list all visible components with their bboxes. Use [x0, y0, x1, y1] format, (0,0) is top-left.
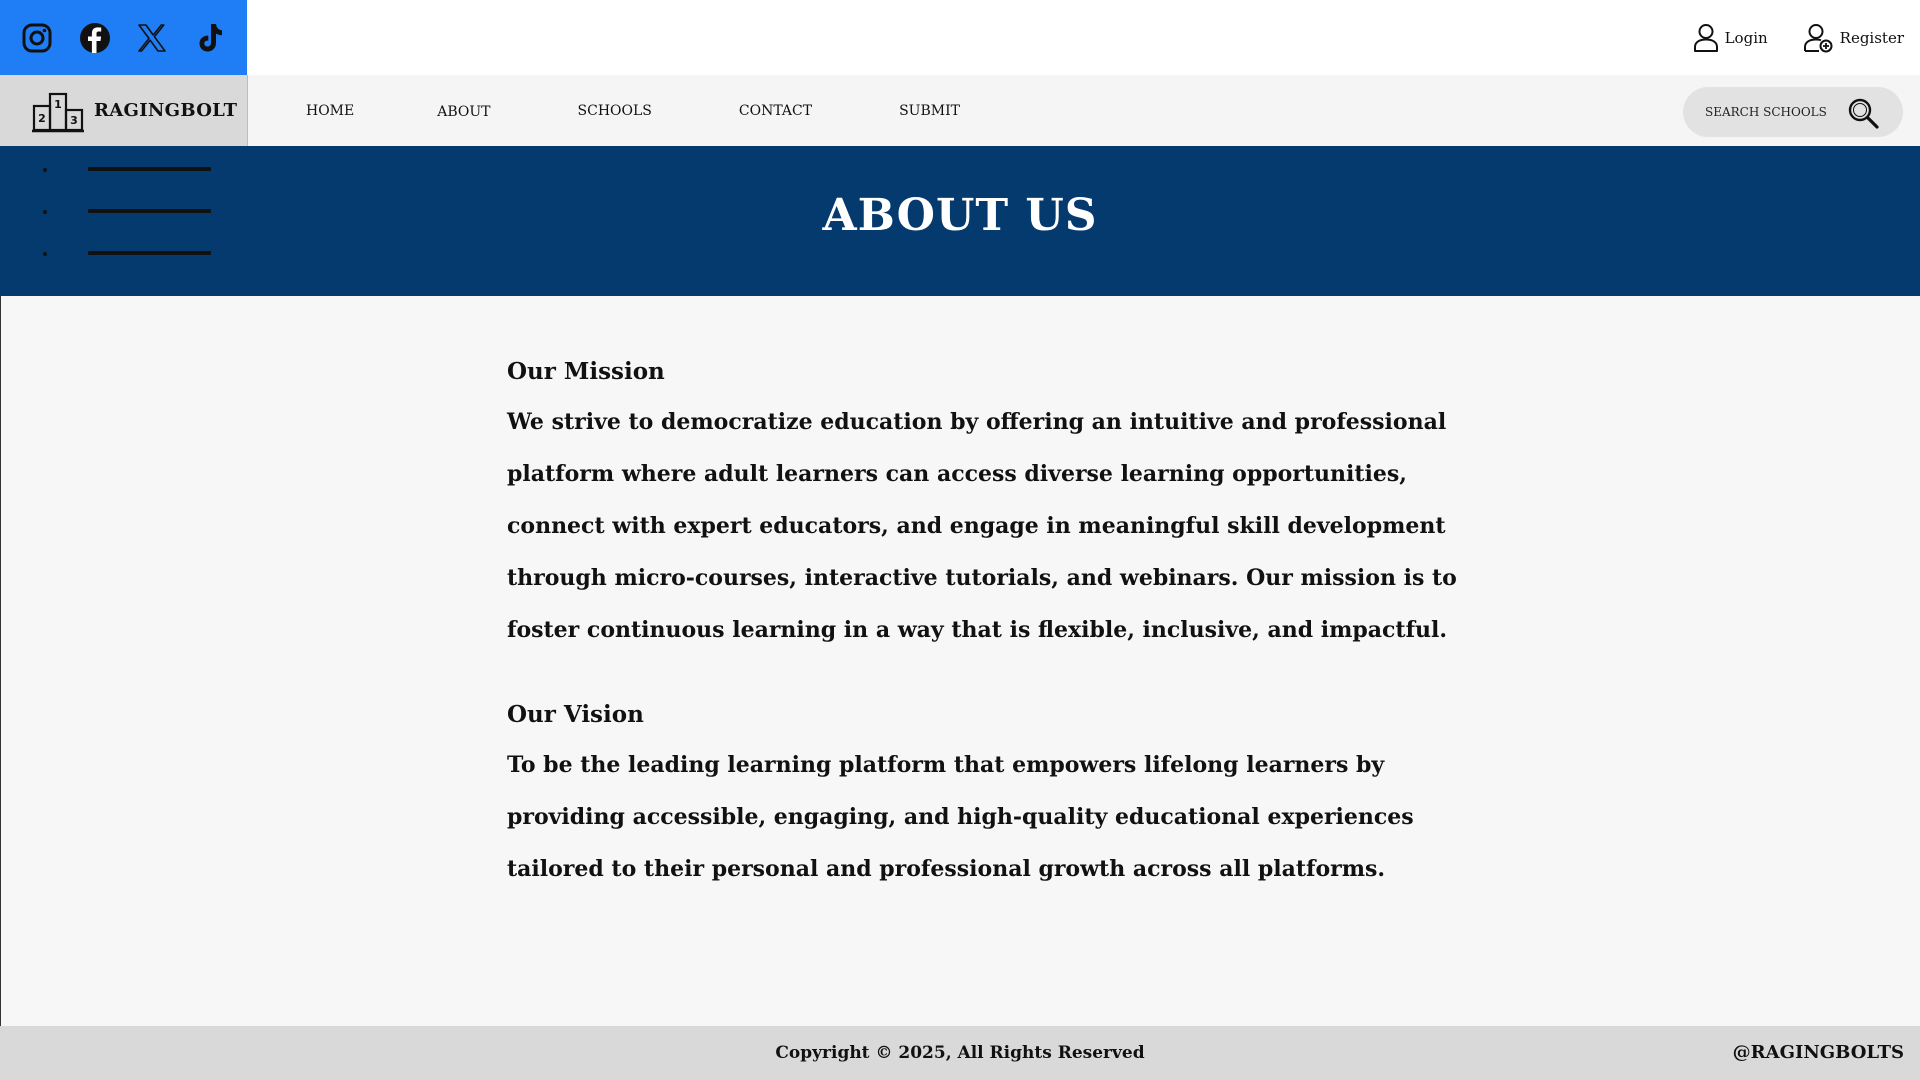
user-add-icon	[1803, 23, 1833, 52]
menu-bullet	[43, 252, 47, 256]
mission-title: Our Mission	[507, 358, 665, 385]
mission-section: Our Mission We strive to democratize edu…	[507, 358, 1507, 656]
menu-bullet	[43, 168, 47, 172]
search-input[interactable]	[1705, 105, 1845, 119]
hero-banner: ABOUT US	[0, 146, 1920, 296]
top-bar: Login Register	[0, 0, 1920, 75]
svg-text:2: 2	[38, 112, 46, 125]
login-label: Login	[1724, 28, 1768, 47]
nav-submit[interactable]: SUBMIT	[899, 103, 960, 119]
footer: Copyright © 2025, All Rights Reserved @R…	[0, 1026, 1920, 1080]
nav-home[interactable]: HOME	[306, 103, 354, 119]
nav-contact[interactable]: CONTACT	[739, 103, 812, 119]
x-icon[interactable]	[133, 19, 171, 57]
main-content: Our Mission We strive to democratize edu…	[0, 296, 1920, 1026]
brand-name: RAGINGBOLT	[94, 100, 238, 121]
tiktok-icon[interactable]	[191, 19, 229, 57]
menu-line	[88, 167, 211, 171]
user-icon	[1693, 23, 1718, 52]
brand-logo[interactable]: 2 1 3 RAGINGBOLT	[0, 75, 248, 146]
login-link[interactable]: Login	[1693, 23, 1768, 53]
nav-schools[interactable]: SCHOOLS	[578, 103, 652, 119]
social-links	[0, 0, 247, 75]
menu-line	[88, 251, 211, 255]
vision-text: To be the leading learning platform that…	[507, 752, 1414, 882]
svg-text:1: 1	[54, 98, 62, 111]
podium-icon: 2 1 3	[32, 92, 84, 132]
svg-text:3: 3	[70, 114, 78, 127]
register-label: Register	[1839, 28, 1904, 47]
nav-links: HOME ABOUT SCHOOLS CONTACT SUBMIT	[306, 75, 960, 146]
search-bar	[1683, 87, 1903, 137]
instagram-icon[interactable]	[18, 19, 56, 57]
nav-about[interactable]: ABOUT	[437, 104, 490, 120]
mission-text: We strive to democratize education by of…	[507, 409, 1457, 643]
vision-section: Our Vision To be the leading learning pl…	[507, 701, 1507, 895]
vision-title: Our Vision	[507, 701, 644, 728]
search-button[interactable]	[1847, 97, 1879, 129]
main-nav: 2 1 3 RAGINGBOLT HOME ABOUT SCHOOLS CONT…	[0, 75, 1920, 146]
about-content: Our Mission We strive to democratize edu…	[507, 358, 1507, 895]
facebook-icon[interactable]	[76, 19, 114, 57]
search-icon	[1848, 98, 1879, 129]
social-handle[interactable]: @RAGINGBOLTS	[1733, 1042, 1904, 1063]
copyright-text: Copyright © 2025, All Rights Reserved	[775, 1043, 1145, 1063]
page-title: ABOUT US	[822, 190, 1098, 241]
register-link[interactable]: Register	[1802, 23, 1904, 53]
auth-links: Login Register	[1693, 0, 1904, 75]
